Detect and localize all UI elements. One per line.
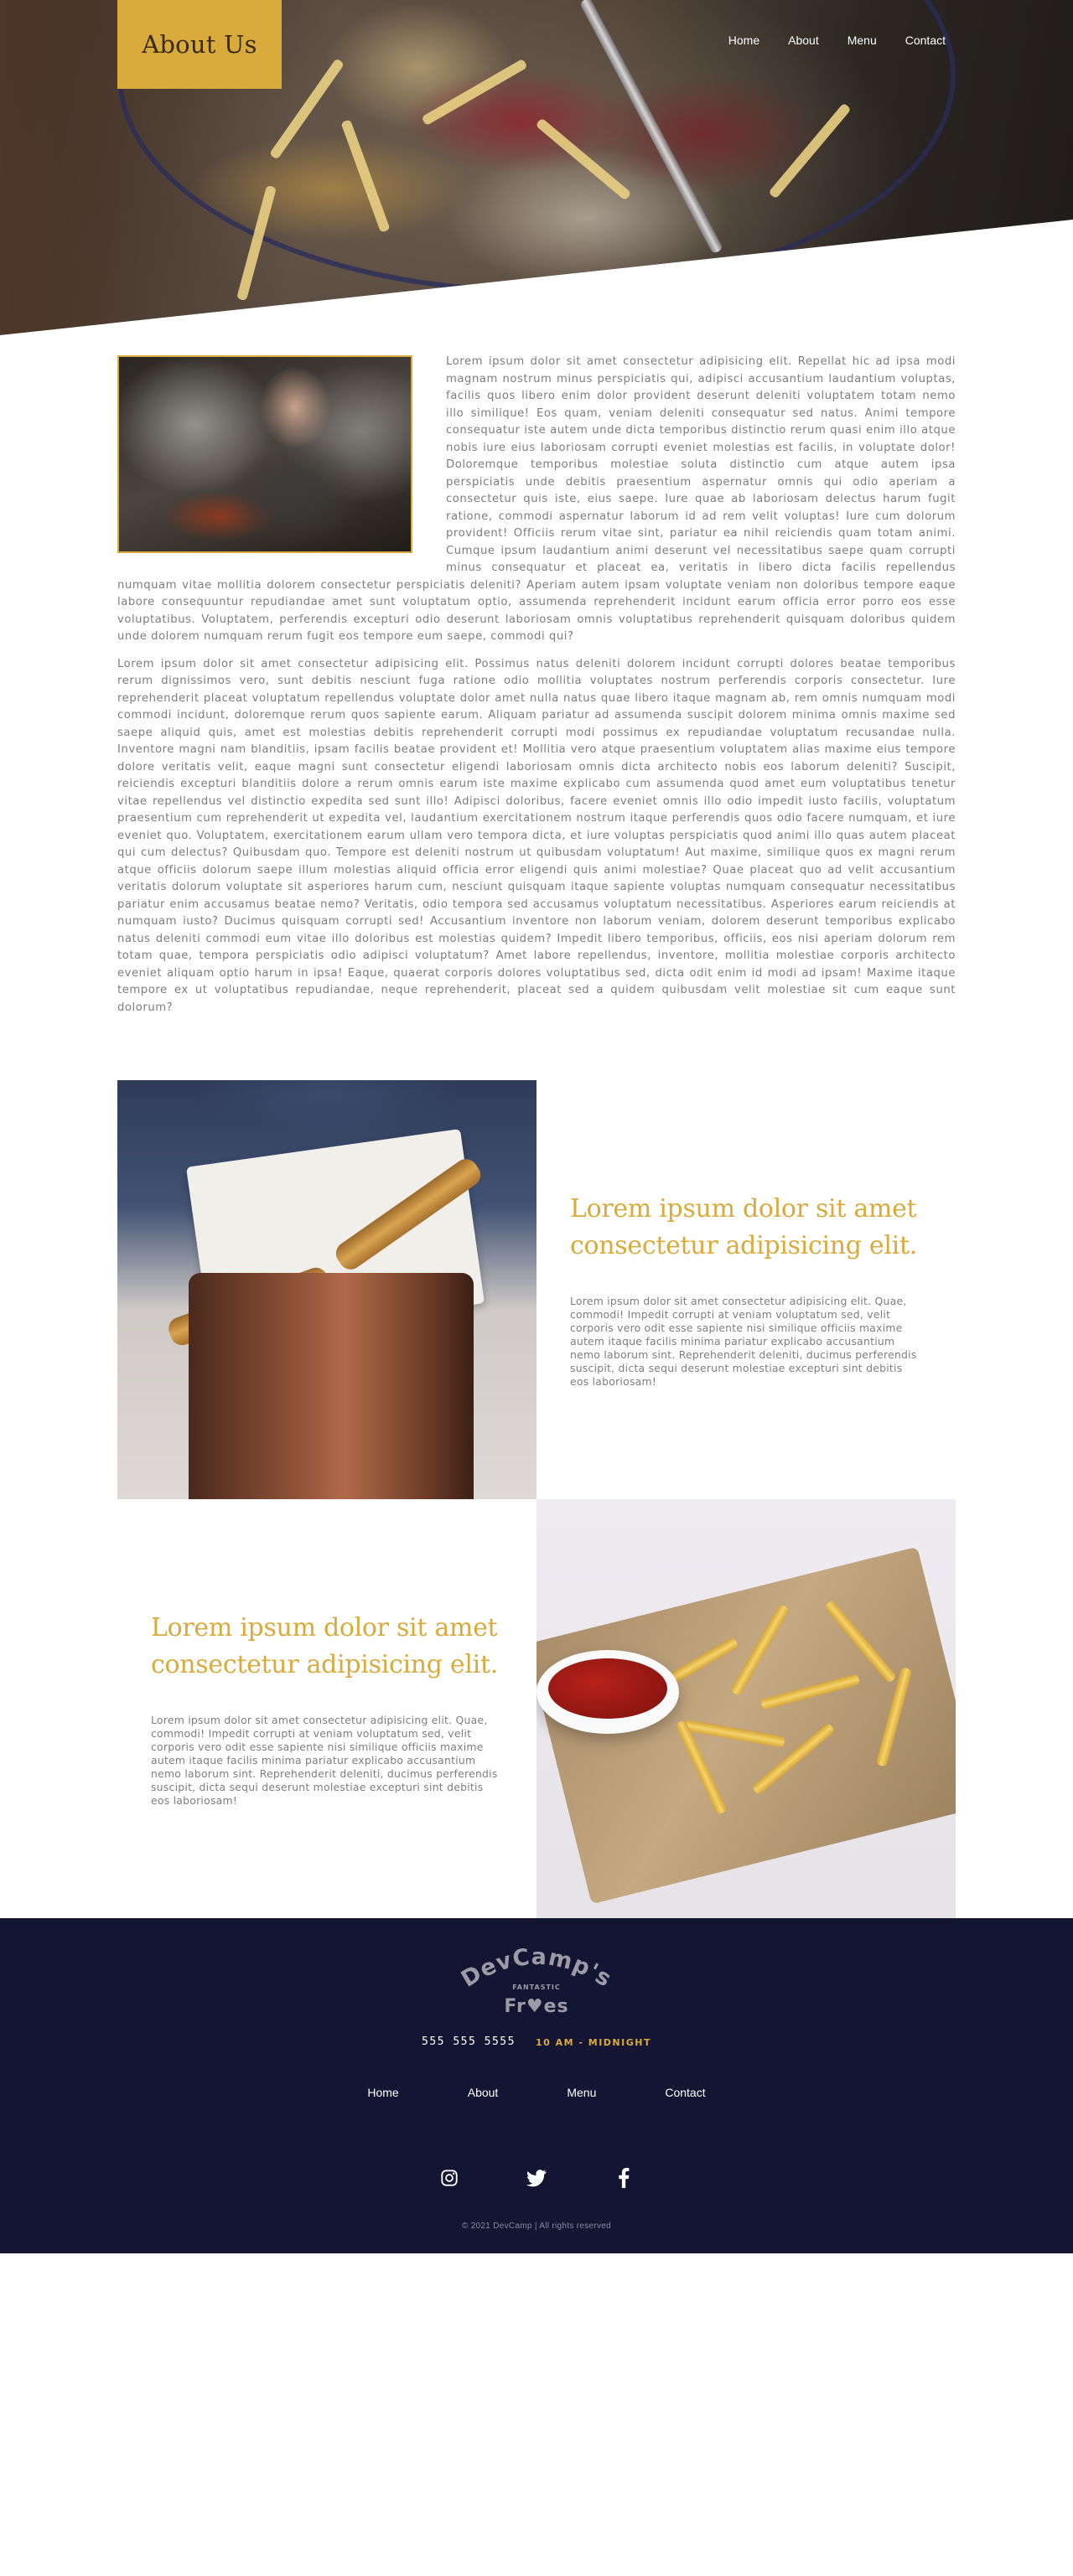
twitter-icon[interactable] xyxy=(526,2168,547,2188)
hero-banner: About Us Home About Menu Contact xyxy=(0,0,1073,335)
contact-info: 555 555 5555 10 AM - MIDNIGHT xyxy=(0,2035,1073,2048)
logo-bottom-text: Fr♥es xyxy=(504,1996,568,2017)
about-article: Lorem ipsum dolor sit amet consectetur a… xyxy=(117,354,956,1027)
copyright-text: © 2021 DevCamp | All rights reserved xyxy=(461,2222,612,2231)
opening-hours: 10 AM - MIDNIGHT xyxy=(535,2037,651,2048)
site-footer: DevCamp's FANTASTIC Fr♥es 555 555 5555 1… xyxy=(0,1918,1073,2253)
footer-link-about[interactable]: About xyxy=(468,2086,499,2099)
deli-fries-photo xyxy=(117,1080,536,1499)
feature-heading: Lorem ipsum dolor sit amet consectetur a… xyxy=(151,1613,498,1679)
feature-grid: Lorem ipsum dolor sit amet consectetur a… xyxy=(117,1080,956,1918)
facebook-icon[interactable] xyxy=(614,2168,634,2188)
devcamp-fries-logo: DevCamp's FANTASTIC Fr♥es xyxy=(457,1944,615,2017)
phone-number[interactable]: 555 555 5555 xyxy=(422,2035,516,2048)
footer-link-contact[interactable]: Contact xyxy=(665,2086,705,2099)
feature-text-block: Lorem ipsum dolor sit amet consectetur a… xyxy=(536,1080,956,1499)
nav-link-contact[interactable]: Contact xyxy=(905,34,946,47)
footer-link-menu[interactable]: Menu xyxy=(567,2086,596,2099)
chef-grilling-photo xyxy=(117,355,412,553)
footer-navigation: Home About Menu Contact xyxy=(0,2086,1073,2099)
footer-link-home[interactable]: Home xyxy=(367,2086,398,2099)
nav-link-about[interactable]: About xyxy=(788,34,819,47)
feature-body: Lorem ipsum dolor sit amet consectetur a… xyxy=(151,1714,498,1807)
page-title: About Us xyxy=(142,30,257,59)
ketchup xyxy=(548,1658,667,1719)
social-links xyxy=(0,2168,1073,2188)
nav-link-home[interactable]: Home xyxy=(728,34,759,47)
feature-body: Lorem ipsum dolor sit amet consectetur a… xyxy=(570,1295,917,1388)
article-paragraph: Lorem ipsum dolor sit amet consectetur a… xyxy=(117,657,956,1014)
page-title-badge: About Us xyxy=(117,0,282,89)
feature-heading: Lorem ipsum dolor sit amet consectetur a… xyxy=(570,1194,917,1260)
logo-middle-text: FANTASTIC xyxy=(512,1984,561,1991)
fries-ketchup-photo xyxy=(536,1499,956,1918)
feature-text-block: Lorem ipsum dolor sit amet consectetur a… xyxy=(117,1499,536,1918)
top-navigation: Home About Menu Contact xyxy=(728,34,946,47)
nav-link-menu[interactable]: Menu xyxy=(848,34,877,47)
instagram-icon[interactable] xyxy=(439,2168,459,2188)
copper-cup xyxy=(189,1273,474,1499)
